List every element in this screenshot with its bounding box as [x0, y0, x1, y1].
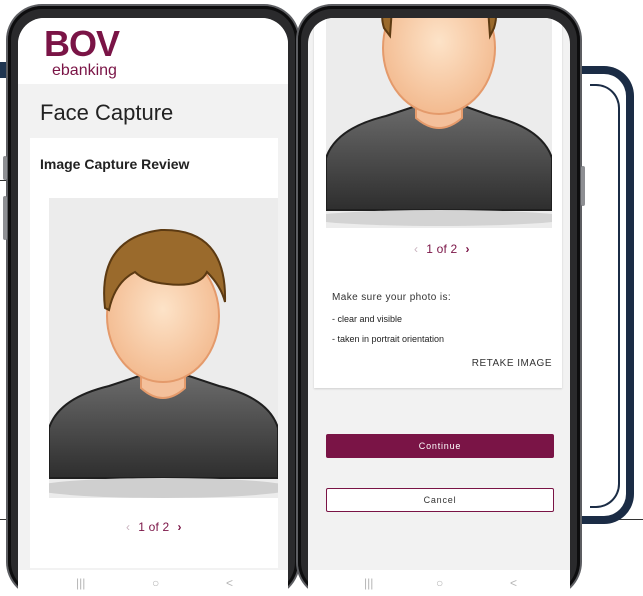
recent-apps-icon[interactable]: ||| [76, 576, 85, 590]
ebanking-logo-text: ebanking [52, 62, 117, 79]
phone-right: ‹ 1 of 2 › Make sure your photo is: - clea… [298, 6, 585, 596]
home-icon[interactable]: ○ [436, 576, 443, 590]
avatar-placeholder-icon [49, 228, 278, 498]
phone-screen-right: ‹ 1 of 2 › Make sure your photo is: - clea… [308, 18, 570, 596]
image-review-card: Image Capture Review ‹ 1 of 2 › [30, 138, 278, 568]
photo-hint-item: - clear and visible [332, 314, 403, 324]
image-pager: ‹ 1 of 2 › [126, 520, 182, 534]
captured-photo [49, 198, 278, 498]
system-nav-bar: ||| ○ < [18, 570, 288, 596]
cancel-button[interactable]: Cancel [326, 488, 554, 512]
phone-side-button [3, 196, 7, 240]
phone-screen-left: BOV ebanking Face Capture Image Capture … [18, 18, 288, 596]
card-title: Image Capture Review [40, 156, 190, 172]
header: BOV ebanking [18, 18, 288, 84]
pager-text: 1 of 2 [138, 520, 170, 534]
continue-button[interactable]: Continue [326, 434, 554, 458]
photo-hint-intro: Make sure your photo is: [332, 292, 452, 303]
image-pager: ‹ 1 of 2 › [414, 242, 470, 256]
back-icon[interactable]: < [510, 576, 517, 590]
home-icon[interactable]: ○ [152, 576, 159, 590]
phone-left: BOV ebanking Face Capture Image Capture … [3, 6, 303, 596]
phone-side-button [3, 156, 7, 180]
chevron-right-icon[interactable]: › [177, 520, 181, 534]
image-review-card: ‹ 1 of 2 › Make sure your photo is: - clea… [314, 18, 562, 388]
retake-image-button[interactable]: RETAKE IMAGE [472, 358, 552, 369]
chevron-left-icon[interactable]: ‹ [126, 520, 130, 534]
bov-logo: BOV [44, 23, 120, 64]
photo-hint-item: - taken in portrait orientation [332, 334, 445, 344]
page-title: Face Capture [40, 100, 174, 125]
chevron-left-icon[interactable]: ‹ [414, 242, 418, 256]
system-nav-bar: ||| ○ < [308, 570, 570, 596]
back-icon[interactable]: < [226, 576, 233, 590]
recent-apps-icon[interactable]: ||| [364, 576, 373, 590]
captured-photo [326, 18, 552, 228]
pager-text: 1 of 2 [426, 242, 458, 256]
phone-side-button [581, 166, 585, 206]
background-frame-inner [590, 84, 620, 508]
avatar-placeholder-icon [326, 18, 552, 226]
chevron-right-icon[interactable]: › [465, 242, 469, 256]
